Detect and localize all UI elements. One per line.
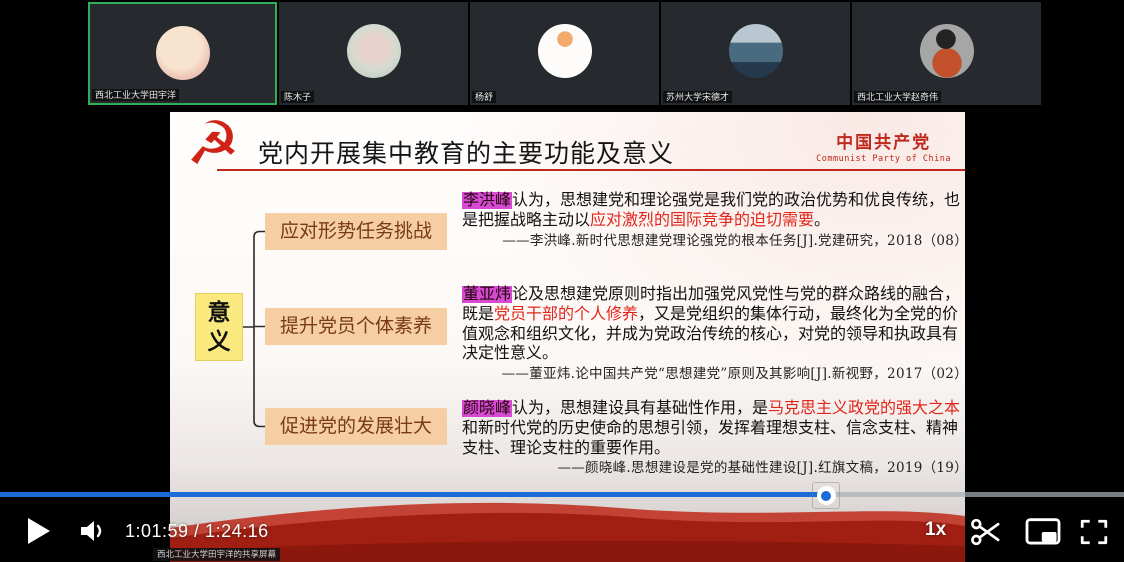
participant-name: 西北工业大学田宇洋: [92, 89, 179, 101]
quote-text: 和新时代党的历史使命的思想引领，发挥着理想支柱、信念支柱、精神支柱、理论支柱的重…: [462, 420, 958, 457]
title-underline: [217, 169, 965, 171]
branch-item: 提升党员个体素养: [265, 308, 447, 345]
participant-name: 苏州大学宋德才: [663, 91, 732, 103]
participant-tile-active[interactable]: 西北工业大学田宇洋: [88, 2, 277, 105]
quote-author: 董亚炜: [462, 286, 512, 303]
quote-author: 颜晓峰: [462, 400, 512, 417]
participant-name: 西北工业大学赵奇伟: [854, 91, 941, 103]
progress-scrubber[interactable]: [812, 482, 840, 509]
category-box: 意义: [195, 293, 243, 361]
brand-cn: 中国共产党: [816, 128, 951, 153]
quote-block: 李洪峰认为，思想建党和理论强党是我们党的政治优势和优良传统，也是把握战略主动以应…: [462, 191, 965, 249]
fullscreen-icon[interactable]: [1078, 517, 1110, 552]
share-source-label: 西北工业大学田宇洋的共享屏幕: [153, 548, 280, 561]
quote-block: 董亚炜论及思想建党原则时指出加强党风党性与党的群众路线的融合，既是党员干部的个人…: [462, 285, 965, 383]
party-emblem-icon: ☭: [186, 114, 240, 174]
quote-citation: ——董亚炜.论中国共产党“思想建党”原则及其影响[J].新视野，2017（02）: [462, 366, 965, 383]
participant-name: 陈木子: [281, 91, 314, 103]
scissors-icon[interactable]: [968, 515, 1004, 554]
quote-text: 。: [814, 212, 830, 229]
progress-bar[interactable]: [0, 492, 1124, 497]
playback-speed-button[interactable]: 1x: [925, 519, 946, 541]
branch-item: 促进党的发展壮大: [265, 408, 447, 445]
volume-icon[interactable]: [78, 517, 108, 550]
avatar: [347, 24, 401, 78]
participant-tile[interactable]: 杨舒: [470, 2, 659, 105]
category-label: 意义: [206, 298, 232, 356]
avatar: [729, 24, 783, 78]
avatar: [538, 24, 592, 78]
video-player: 西北工业大学田宇洋 陈木子 杨舒 苏州大学宋德才 西北工业大学赵奇伟 ☭ 党内开…: [0, 0, 1124, 562]
scrubber-dot: [821, 491, 831, 501]
brand-en: Communist Party of China: [816, 154, 951, 164]
play-icon[interactable]: [28, 518, 50, 544]
avatar: [156, 26, 210, 80]
quote-citation: ——李洪峰.新时代思想建党理论强党的根本任务[J].党建研究，2018（08）: [462, 233, 965, 250]
quote-text: 认为，思想建设具有基础性作用，是: [512, 400, 768, 417]
participant-tile[interactable]: 陈木子: [279, 2, 468, 105]
quote-red-text: 党员干部的个人修养: [494, 306, 638, 323]
quote-author: 李洪峰: [462, 192, 512, 209]
brand-block: 中国共产党 Communist Party of China: [816, 128, 951, 164]
participant-tile[interactable]: 西北工业大学赵奇伟: [852, 2, 1041, 105]
branch-connector: [243, 207, 265, 457]
quote-red-text: 马克思主义政党的强大之本: [768, 400, 960, 417]
participant-name: 杨舒: [472, 91, 496, 103]
scrubber-outer: [817, 486, 836, 505]
time-display: 1:01:59 / 1:24:16: [125, 521, 269, 542]
progress-fill: [0, 492, 825, 497]
branch-item: 应对形势任务挑战: [265, 213, 447, 250]
participant-tile[interactable]: 苏州大学宋德才: [661, 2, 850, 105]
slide-red-wave: [170, 466, 965, 562]
quote-red-text: 应对激烈的国际竞争的迫切需要: [590, 212, 814, 229]
slide-title: 党内开展集中教育的主要功能及意义: [258, 134, 674, 170]
avatar: [920, 24, 974, 78]
participant-strip: 西北工业大学田宇洋 陈木子 杨舒 苏州大学宋德才 西北工业大学赵奇伟: [88, 2, 1041, 105]
pip-icon[interactable]: [1024, 516, 1062, 553]
